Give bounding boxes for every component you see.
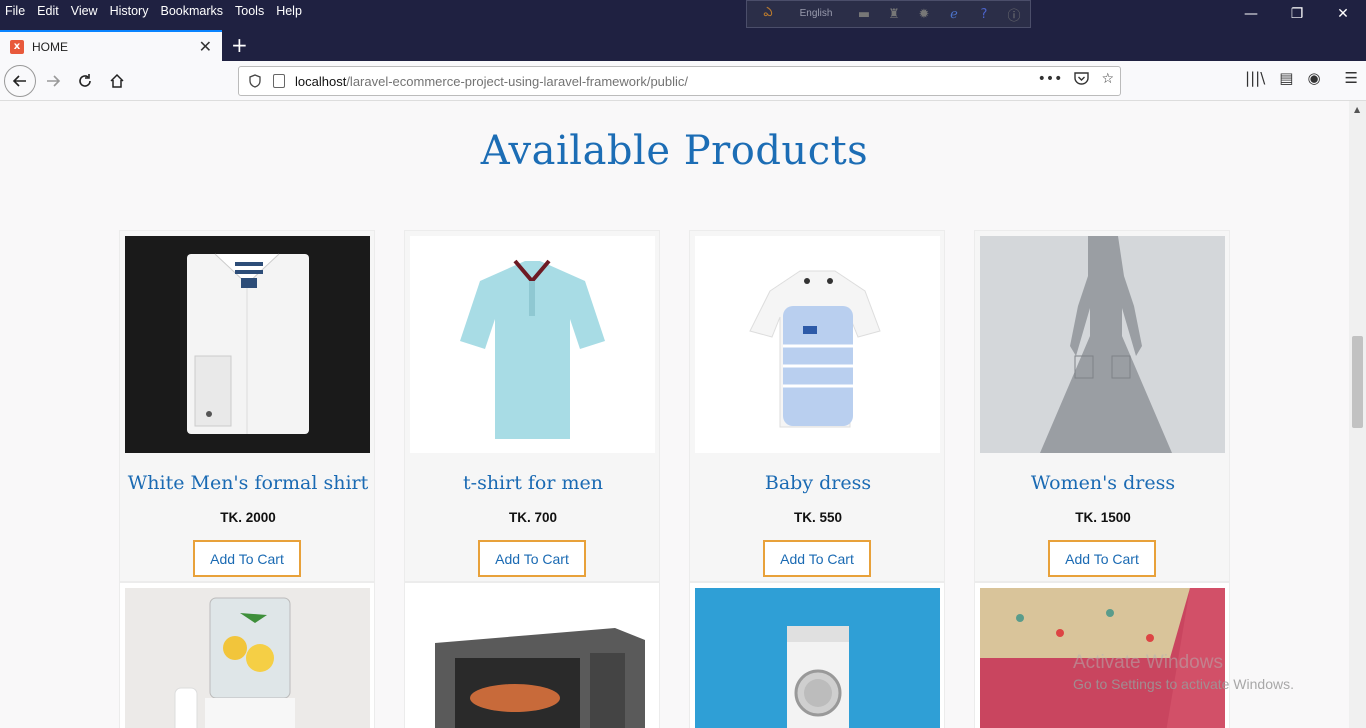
product-card: Baby dress TK. 550 Add To Cart — [689, 230, 945, 582]
menu-help[interactable]: Help — [270, 1, 308, 21]
tab-title: HOME — [32, 39, 68, 54]
language-toolbar: ఎ English ▬ ♜ ✹ ℯ ? ⓘ — [746, 0, 1031, 28]
language-selector[interactable]: English — [783, 8, 849, 19]
product-image-white-shirt[interactable] — [125, 236, 370, 453]
product-price: TK. 700 — [508, 510, 558, 525]
settings-icon[interactable]: ✹ — [909, 3, 939, 25]
title-bar: File Edit View History Bookmarks Tools H… — [0, 0, 1366, 31]
info-icon[interactable]: ⓘ — [999, 3, 1029, 25]
product-image-washing-machine[interactable] — [695, 588, 940, 728]
bookmark-star-icon[interactable]: ☆ — [1101, 71, 1114, 89]
product-image-blender[interactable] — [125, 588, 370, 728]
url-path: /laravel-ecommerce-project-using-laravel… — [346, 73, 689, 89]
add-to-cart-button[interactable]: Add To Cart — [763, 540, 871, 577]
watermark-title: Activate Windows — [1073, 652, 1223, 673]
app-menu-icon[interactable]: ☰ — [1345, 69, 1358, 87]
product-image-tshirt[interactable] — [410, 236, 655, 453]
scrollbar-thumb[interactable] — [1352, 336, 1363, 428]
help-icon[interactable]: ? — [969, 3, 999, 25]
page-scrollbar[interactable]: ▲ — [1349, 101, 1366, 728]
product-image-microwave[interactable] — [410, 588, 655, 728]
product-card: t-shirt for men TK. 700 Add To Cart — [404, 230, 660, 582]
scroll-up-icon[interactable]: ▲ — [1354, 105, 1360, 114]
restore-icon[interactable]: ❐ — [1274, 0, 1320, 28]
menu-file[interactable]: File — [0, 1, 31, 21]
pocket-icon[interactable] — [1074, 71, 1090, 89]
add-to-cart-button[interactable]: Add To Cart — [193, 540, 301, 577]
add-to-cart-button[interactable]: Add To Cart — [1048, 540, 1156, 577]
page-info-icon[interactable] — [273, 74, 285, 88]
library-icon[interactable]: |||\ — [1245, 69, 1265, 87]
product-card: White Men's formal shirt TK. 2000 Add To… — [119, 230, 375, 582]
xampp-favicon-icon: ⅹ — [10, 39, 24, 54]
tab-home[interactable]: ⅹ HOME ✕ — [0, 30, 222, 61]
menu-tools[interactable]: Tools — [229, 1, 270, 21]
menu-view[interactable]: View — [65, 1, 104, 21]
product-name[interactable]: Baby dress — [690, 472, 946, 494]
minimize-icon[interactable]: — — [1228, 0, 1274, 28]
product-image-womens-dress[interactable] — [980, 236, 1225, 453]
product-name[interactable]: Women's dress — [975, 472, 1231, 494]
product-price: TK. 2000 — [220, 510, 276, 525]
page-actions-icon[interactable]: ••• — [1038, 71, 1063, 89]
product-card — [404, 582, 660, 728]
menu-edit[interactable]: Edit — [31, 1, 65, 21]
product-price: TK. 1500 — [1075, 510, 1131, 525]
sidebar-icon[interactable]: ▤ — [1279, 69, 1293, 87]
close-tab-icon[interactable]: ✕ — [199, 37, 212, 56]
url-host: localhost — [295, 73, 347, 89]
product-card — [689, 582, 945, 728]
tracking-shield-icon[interactable] — [249, 74, 261, 88]
forward-icon[interactable] — [37, 65, 69, 97]
product-card: Women's dress TK. 1500 Add To Cart — [974, 230, 1230, 582]
menu-bookmarks[interactable]: Bookmarks — [154, 1, 229, 21]
windows-activation-watermark: Activate Windows Go to Settings to activ… — [1073, 652, 1294, 692]
product-name[interactable]: t-shirt for men — [405, 472, 661, 494]
ie-icon[interactable]: ℯ — [939, 3, 969, 25]
product-image-baby-dress[interactable] — [695, 236, 940, 453]
product-name[interactable]: White Men's formal shirt — [120, 472, 376, 494]
tab-strip: ⅹ HOME ✕ + — [0, 30, 1366, 61]
product-card — [119, 582, 375, 728]
account-icon[interactable]: ◉ — [1307, 69, 1320, 87]
chess-icon[interactable]: ♜ — [879, 3, 909, 25]
back-icon[interactable] — [4, 65, 36, 97]
menu-bar: File Edit View History Bookmarks Tools H… — [0, 0, 308, 22]
navigation-bar: localhost/laravel-ecommerce-project-usin… — [0, 61, 1366, 101]
keyboard-icon[interactable]: ▬ — [849, 3, 879, 25]
web-content: Available Products White Men's formal sh… — [0, 101, 1349, 728]
menu-history[interactable]: History — [104, 1, 155, 21]
page-title: Available Products — [480, 128, 869, 174]
window-controls: — ❐ ✕ — [1228, 0, 1366, 28]
reload-icon[interactable] — [69, 65, 101, 97]
home-icon[interactable] — [101, 65, 133, 97]
add-to-cart-button[interactable]: Add To Cart — [478, 540, 586, 577]
keyboard-logo-icon[interactable]: ఎ — [753, 3, 783, 25]
product-price: TK. 550 — [793, 510, 843, 525]
address-bar[interactable]: localhost/laravel-ecommerce-project-usin… — [238, 66, 1121, 96]
close-window-icon[interactable]: ✕ — [1320, 0, 1366, 28]
watermark-text: Go to Settings to activate Windows. — [1073, 676, 1294, 692]
url-text[interactable]: localhost/laravel-ecommerce-project-usin… — [295, 74, 688, 89]
new-tab-icon[interactable]: + — [231, 33, 248, 57]
